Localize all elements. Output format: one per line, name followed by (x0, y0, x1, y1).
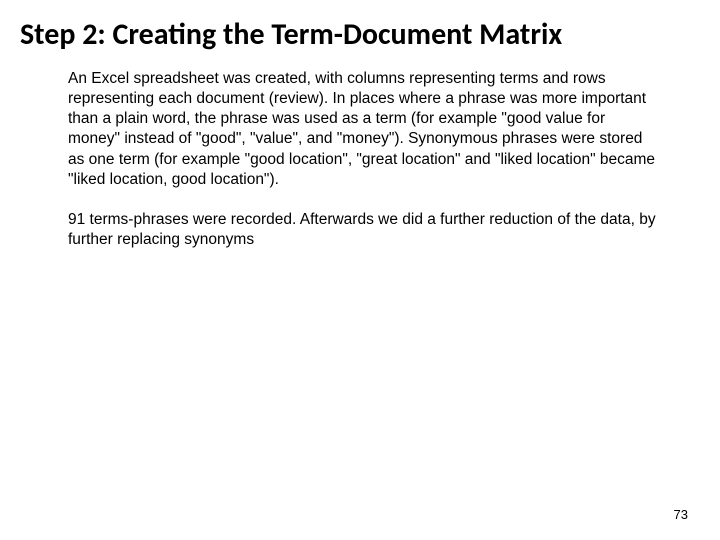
page-number: 73 (674, 507, 688, 522)
slide-body: An Excel spreadsheet was created, with c… (20, 69, 700, 250)
paragraph-2: 91 terms-phrases were recorded. Afterwar… (68, 210, 660, 250)
paragraph-1: An Excel spreadsheet was created, with c… (68, 69, 660, 190)
slide-title: Step 2: Creating the Term-Document Matri… (20, 18, 700, 51)
slide-container: Step 2: Creating the Term-Document Matri… (0, 0, 720, 540)
